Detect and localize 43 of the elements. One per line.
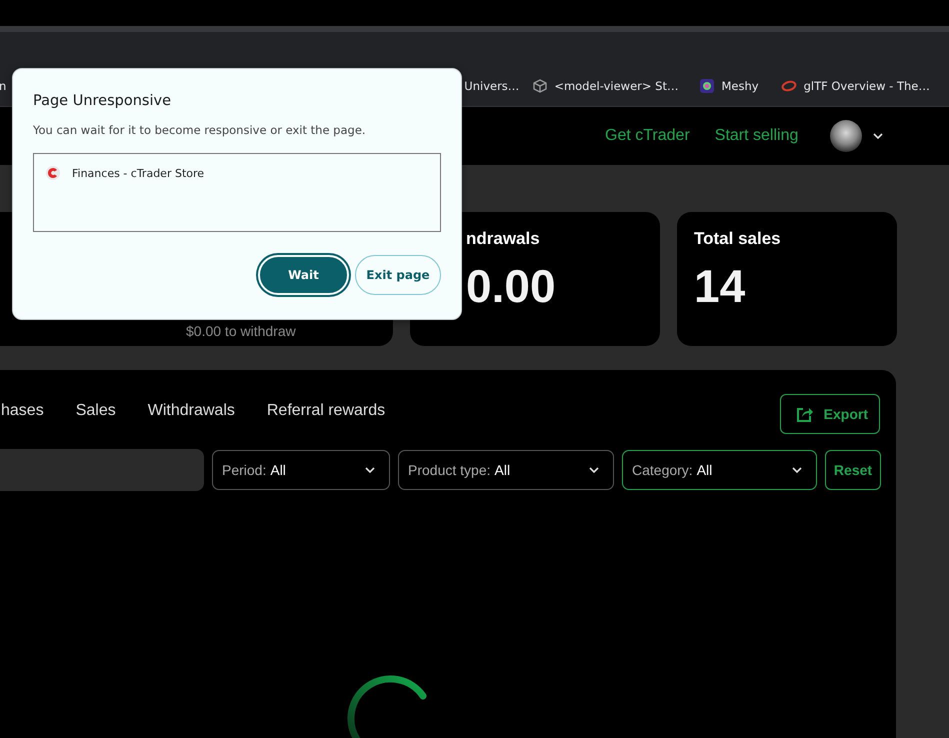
card-value: 14 [694, 261, 746, 312]
filter-label: Category: [632, 462, 693, 478]
card-value: 0.00 [466, 261, 557, 312]
bookmark-link[interactable]: glTF Overview - The… [804, 79, 930, 93]
bookmark-link[interactable]: <model-viewer> St… [554, 79, 678, 93]
chevron-down-icon [589, 467, 599, 473]
ring-icon [780, 80, 797, 92]
reset-button[interactable]: Reset [825, 450, 881, 490]
chevron-down-icon [365, 467, 375, 473]
filter-label: Period: [222, 462, 266, 478]
filter-value: All [494, 462, 512, 478]
page-item[interactable]: Finances - cTrader Store [72, 166, 204, 180]
card-title: ndrawals [466, 229, 541, 249]
filter-value: All [270, 462, 287, 478]
nav-link[interactable]: Get cTrader [605, 127, 690, 145]
filter-dropdown[interactable]: Product type: All [398, 450, 614, 490]
tab[interactable]: Withdrawals [148, 402, 235, 426]
chevron-down-icon[interactable] [873, 133, 884, 139]
search-field[interactable] [0, 449, 204, 491]
nav-link[interactable]: Start selling [714, 127, 798, 145]
dialog-button[interactable]: Wait [258, 255, 349, 295]
tab[interactable]: hases [1, 402, 44, 426]
avatar[interactable] [830, 120, 862, 152]
card-note: $0.00 to withdraw [186, 323, 296, 339]
app-icon [700, 79, 714, 93]
cube-icon [533, 79, 548, 93]
filter-dropdown[interactable]: Period: All [212, 450, 390, 490]
bookmark-link[interactable]: n [0, 79, 6, 93]
dialog-message: You can wait for it to become responsive or exit the page. [33, 123, 367, 137]
dialog-title: Page Unresponsive [33, 93, 172, 109]
filter-dropdown[interactable]: Category: All [622, 450, 817, 490]
tab[interactable]: Referral rewards [266, 402, 386, 426]
chevron-down-icon [792, 467, 802, 473]
filter-label: Product type: [408, 462, 490, 478]
share-icon [796, 406, 814, 422]
card-title: Total sales [694, 229, 782, 249]
bookmark-link[interactable]: Univers… [464, 79, 520, 93]
filter-value: All [696, 462, 714, 478]
tab[interactable]: Sales [76, 402, 116, 426]
export-button[interactable]: Export [780, 394, 880, 434]
logo-icon [46, 166, 60, 180]
bookmark-link[interactable]: Meshy [721, 79, 759, 93]
dialog-button[interactable]: Exit page [355, 255, 441, 295]
